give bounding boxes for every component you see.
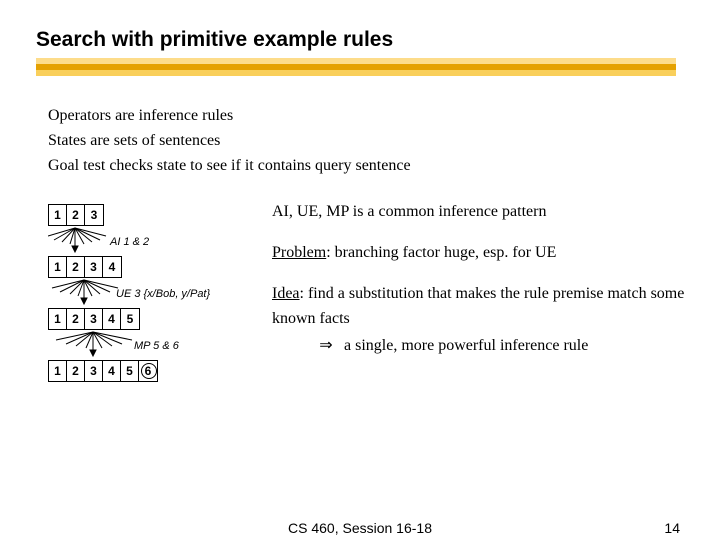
state-box-2: 1 2 3 4 5 (48, 308, 140, 330)
explanation-block: AI, UE, MP is a common inference pattern… (248, 200, 692, 382)
title-underline (36, 58, 676, 76)
state-box-3: 1 2 3 4 5 6 (48, 360, 158, 382)
footer-session: CS 460, Session 16-18 (288, 520, 432, 536)
intro-line-1: Operators are inference rules (48, 104, 692, 129)
problem-text: : branching factor huge, esp. for UE (326, 244, 556, 261)
intro-line-2: States are sets of sentences (48, 129, 692, 154)
idea-tail: a single, more powerful inference rule (340, 337, 588, 354)
pattern-line: AI, UE, MP is a common inference pattern (272, 200, 692, 225)
step-label-1: UE 3 {x/Bob, y/Pat} (116, 288, 210, 300)
intro-block: Operators are inference rules States are… (48, 104, 692, 178)
idea-line: Idea: find a substitution that makes the… (272, 282, 692, 332)
state-box-0: 1 2 3 (48, 204, 104, 226)
idea-text: : find a substitution that makes the rul… (272, 285, 684, 327)
step-label-2: MP 5 & 6 (134, 340, 179, 352)
state-box-1: 1 2 3 4 (48, 256, 122, 278)
page-number: 14 (664, 520, 680, 536)
problem-label: Problem (272, 244, 326, 261)
idea-conclusion: ⇒ a single, more powerful inference rule (272, 334, 692, 359)
page-title: Search with primitive example rules (36, 28, 720, 52)
intro-line-3: Goal test checks state to see if it cont… (48, 154, 692, 179)
problem-line: Problem: branching factor huge, esp. for… (272, 241, 692, 266)
idea-label: Idea (272, 285, 300, 302)
step-label-0: AI 1 & 2 (110, 236, 149, 248)
search-tree-diagram: 1 2 3 (48, 200, 248, 382)
implies-icon: ⇒ (312, 334, 340, 359)
